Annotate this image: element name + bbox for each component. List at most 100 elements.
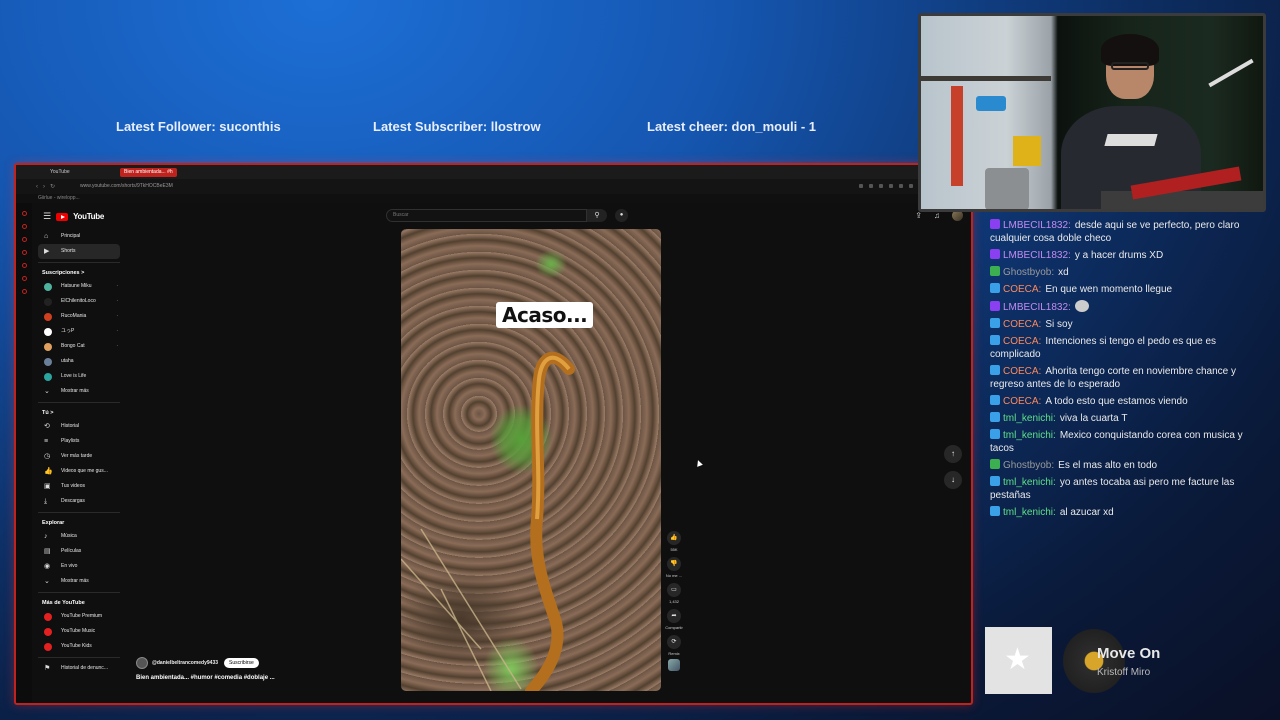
you-header[interactable]: Tú >: [38, 407, 120, 419]
channel-avatar[interactable]: [136, 657, 148, 669]
badge-icon: [990, 219, 1000, 229]
sidebar-item-shorts[interactable]: ▶ Shorts: [38, 244, 120, 259]
more-youtube-header: Más de YouTube: [42, 600, 85, 606]
sidebar-item-subscription[interactable]: utaha: [38, 354, 120, 369]
sidebar-item-you[interactable]: ⤓ Descargas: [38, 494, 120, 509]
shorts-icon: ▶: [44, 248, 50, 255]
chat-username: Ghostbyob:: [1003, 267, 1055, 278]
chat-text: xd: [1058, 267, 1069, 278]
sidebar-item-subscription[interactable]: ElChilenitoLoco ·: [38, 294, 120, 309]
mouse-cursor-icon: [695, 459, 703, 467]
chat-message: Ghostbyob: Es el mas alto en todo: [990, 459, 1265, 472]
url-field[interactable]: www.youtube.com/shorts/9TkHOCBeE3M: [80, 182, 173, 190]
chat-username: tml_kenichi:: [1003, 413, 1056, 424]
search-button[interactable]: ⚲: [587, 209, 607, 222]
subscriptions-header[interactable]: Suscripciones >: [38, 267, 120, 279]
sidebar-item-you[interactable]: 👍 Videos que me gus...: [38, 464, 120, 479]
video-title[interactable]: Bien ambientada... #humor #comedia #dobl…: [136, 675, 275, 681]
stream-alerts: Latest Follower: suconthis Latest Subscr…: [116, 119, 836, 137]
divider: [38, 262, 120, 263]
subscribe-button[interactable]: Suscribirse: [224, 658, 259, 668]
share-button[interactable]: ➦ Compartir: [664, 609, 684, 630]
next-short-button[interactable]: ↓: [944, 471, 962, 489]
chat-username: COECA:: [1003, 396, 1042, 407]
arrow-up-icon: ↑: [951, 449, 955, 458]
like-button[interactable]: 👍 55K: [664, 531, 684, 552]
sidebar-item-principal[interactable]: ⌂ Principal: [38, 229, 120, 244]
channel-avatar: [44, 283, 52, 291]
channel-avatar: [44, 358, 52, 366]
badge-icon: [990, 249, 1000, 259]
divider: [38, 402, 120, 403]
sidebar-item-subscription[interactable]: ユっP ·: [38, 324, 120, 339]
badge-icon: [990, 476, 1000, 486]
sidebar-item-report-history[interactable]: ⚑ Historial de denunc...: [38, 661, 120, 676]
live-icon: ◉: [44, 563, 51, 570]
sidebar-item-more-youtube[interactable]: YouTube Music: [38, 624, 120, 639]
badge-icon: [990, 395, 1000, 405]
chat-message: Ghostbyob: xd: [990, 266, 1265, 279]
snake-image: [401, 351, 575, 691]
flag-icon: ⚑: [44, 665, 51, 672]
browser-side-panel[interactable]: [16, 203, 32, 703]
comments-button[interactable]: ▭ 1,432: [664, 583, 684, 604]
previous-short-button[interactable]: ↑: [944, 445, 962, 463]
subscriptions-list: Hatsune Miku · ElChilenitoLoco · RucoMania · ユ…: [38, 279, 120, 384]
sidebar-item-subscription[interactable]: RucoMania ·: [38, 309, 120, 324]
sidebar-item-explore[interactable]: ▤ Películas: [38, 544, 120, 559]
nav-buttons[interactable]: ‹›↻: [36, 183, 60, 190]
channel-name[interactable]: @danielbeltrancomedy9433: [152, 660, 218, 666]
badge-icon: [990, 266, 1000, 276]
sidebar-item-more-youtube[interactable]: YouTube Kids: [38, 639, 120, 654]
chat-username: tml_kenichi:: [1003, 507, 1056, 518]
sidebar-item-label: Ver más tarde: [61, 453, 93, 459]
tab-youtube[interactable]: YouTube: [46, 168, 74, 177]
bookmark-item[interactable]: Giirlue - wirelopp...: [16, 194, 971, 203]
sidebar-item-subscription[interactable]: Love is Life: [38, 369, 120, 384]
chat-username: Ghostbyob:: [1003, 460, 1055, 471]
more-youtube-list: YouTube Premium YouTube Music YouTube Kids: [38, 609, 120, 654]
subs-show-more[interactable]: ⌄ Mostrar más: [38, 384, 120, 399]
search-input[interactable]: Buscar: [386, 209, 587, 222]
sidebar-item-explore[interactable]: ◉ En vivo: [38, 559, 120, 574]
mic-icon: ●: [619, 212, 624, 218]
short-video-player[interactable]: Acaso...: [401, 229, 661, 691]
live-dot-icon: ·: [116, 328, 118, 334]
bell-icon[interactable]: ♫: [934, 211, 940, 220]
sidebar-item-more-youtube[interactable]: YouTube Premium: [38, 609, 120, 624]
dislike-button[interactable]: 👎 No me ...: [664, 557, 684, 578]
sidebar-item-subscription[interactable]: Hatsune Miku ·: [38, 279, 120, 294]
search-icon: ⚲: [594, 212, 600, 219]
sidebar-item-explore[interactable]: ⌄ Mostrar más: [38, 574, 120, 589]
sidebar-item-label: Videos que me gus...: [61, 468, 108, 474]
album-art: ★: [985, 627, 1052, 694]
channel-info: @danielbeltrancomedy9433 Suscribirse: [136, 657, 259, 669]
song-artist: Kristoff Miro: [1097, 667, 1151, 678]
chat-message: COECA: En que wen momento llegue: [990, 283, 1265, 296]
sidebar-item-label: Bongo Cat: [61, 343, 85, 349]
voice-search-button[interactable]: ●: [615, 209, 628, 222]
sound-thumbnail[interactable]: [668, 659, 680, 671]
comment-icon: ▭: [667, 583, 681, 597]
badge-icon: [990, 301, 1000, 311]
tab-short-video[interactable]: Bien ambientada... #h: [120, 168, 177, 177]
badge-icon: [990, 365, 1000, 375]
sidebar-item-explore[interactable]: ♪ Música: [38, 529, 120, 544]
stream-chat: LMBECIL1832: desde aqui se ve perfecto, p…: [990, 219, 1265, 523]
history-icon: ⟲: [44, 423, 50, 430]
remix-button[interactable]: ⟳ Remix: [664, 635, 684, 671]
emote-icon: [1074, 300, 1089, 312]
remix-icon: ⟳: [667, 635, 681, 649]
chevron-down-icon: ⌄: [44, 388, 50, 395]
badge-icon: [990, 412, 1000, 422]
sidebar-item-you[interactable]: ◷ Ver más tarde: [38, 449, 120, 464]
sidebar-item-you[interactable]: ⟲ Historial: [38, 419, 120, 434]
menu-icon[interactable]: ☰: [43, 211, 51, 222]
youtube-header-logo[interactable]: ☰ YouTube: [43, 211, 104, 222]
home-icon: ⌂: [44, 233, 49, 240]
sidebar-item-you[interactable]: ≡ Playlists: [38, 434, 120, 449]
upload-icon[interactable]: ⇪: [915, 211, 922, 220]
sidebar-item-you[interactable]: ▣ Tus videos: [38, 479, 120, 494]
thumbs-up-icon: 👍: [667, 531, 681, 545]
sidebar-item-subscription[interactable]: Bongo Cat ·: [38, 339, 120, 354]
